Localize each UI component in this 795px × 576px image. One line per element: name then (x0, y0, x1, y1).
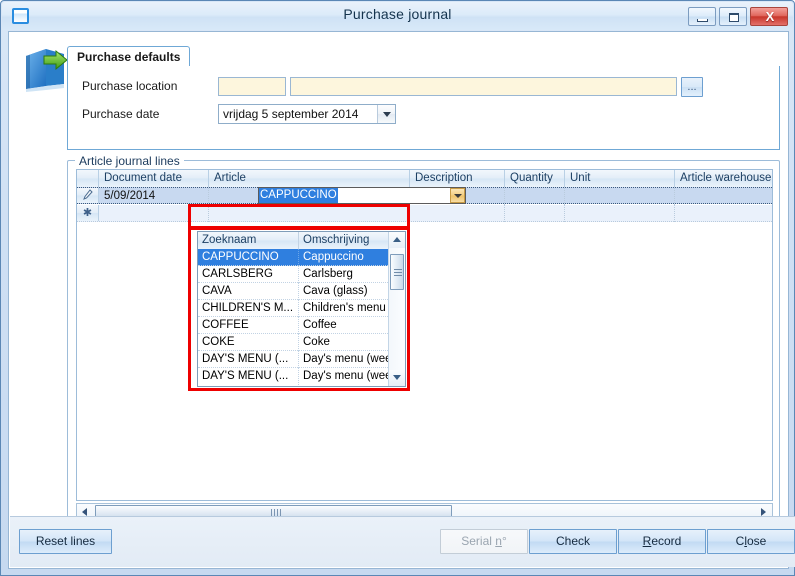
list-item-zoeknaam: CAVA (198, 283, 299, 300)
chevron-down-icon (454, 194, 462, 198)
list-item[interactable]: CAVA Cava (glass) (198, 283, 390, 300)
list-item-omschrijving: Day's menu (wee... (303, 370, 390, 382)
dropdown-header-omschrijving[interactable]: Omschrijving (299, 232, 390, 249)
purchase-location-browse-button[interactable]: ... (681, 77, 703, 97)
check-button[interactable]: Check (529, 529, 617, 554)
maximize-button[interactable] (719, 7, 747, 26)
record-button[interactable]: Record (618, 529, 706, 554)
new-row-asterisk-icon: ✱ (77, 205, 99, 221)
article-lines-grid: Document date Article Description Quanti… (76, 169, 773, 501)
list-item-zoeknaam: DAY'S MENU (... (198, 368, 299, 385)
list-item-zoeknaam: CHILDREN'S M... (198, 300, 299, 317)
list-item[interactable]: COFFEE Coffee (198, 317, 390, 334)
purchase-location-code-input[interactable] (218, 77, 286, 96)
cell-document-date[interactable]: 5/09/2014 (99, 188, 209, 205)
table-row[interactable]: ✱ (77, 205, 772, 222)
list-item-omschrijving: Children's menu (303, 302, 386, 314)
article-journal-lines-label: Article journal lines (75, 154, 184, 168)
maximize-icon (729, 13, 739, 22)
close-icon: X (765, 9, 775, 24)
purchase-journal-window: Purchase journal X Purchase defaults Pur… (0, 0, 795, 576)
article-lookup-dropdown[interactable]: Zoeknaam Omschrijving CAPPUCCINO Cappucc… (197, 231, 406, 387)
list-item-omschrijving: Cappuccino (303, 251, 364, 263)
triangle-left-icon (82, 508, 87, 516)
cell-document-date[interactable] (99, 205, 209, 222)
article-cell-editor-value: CAPPUCCINO (259, 188, 338, 203)
dropdown-vertical-scrollbar[interactable] (388, 232, 405, 386)
list-item-zoeknaam: DAY'S MENU (... (198, 351, 299, 368)
tab-page-purchase-defaults: Purchase location ... Purchase date vrij… (67, 66, 780, 150)
list-item[interactable]: COKE Coke (198, 334, 390, 351)
list-item-zoeknaam: CARLSBERG (198, 266, 299, 283)
list-item-omschrijving: Day's menu (week) (303, 353, 390, 365)
list-item[interactable]: CAPPUCCINO Cappuccino (198, 249, 390, 266)
list-item-omschrijving: Coke (303, 336, 330, 348)
tab-strip: Purchase defaults (67, 46, 780, 67)
close-window-button[interactable]: X (750, 7, 788, 26)
cell-unit[interactable] (565, 188, 675, 205)
grid-header-document-date[interactable]: Document date (99, 170, 209, 187)
close-label: Close (735, 534, 767, 548)
title-bar: Purchase journal X (2, 2, 793, 30)
list-item[interactable]: CARLSBERG Carlsberg (198, 266, 390, 283)
record-label: Record (642, 534, 682, 548)
cell-unit[interactable] (565, 205, 675, 222)
cell-description[interactable] (410, 205, 505, 222)
cell-article[interactable] (209, 205, 410, 222)
purchase-date-label: Purchase date (82, 107, 160, 121)
grid-header-row: Document date Article Description Quanti… (77, 170, 772, 188)
reset-lines-button[interactable]: Reset lines (19, 529, 112, 554)
form-client-area: Purchase defaults Purchase location ... … (8, 31, 795, 569)
cell-quantity[interactable] (505, 188, 565, 205)
serial-no-label: Serial n° (461, 534, 507, 548)
dropdown-header-row: Zoeknaam Omschrijving (198, 232, 405, 250)
list-item-omschrijving: Cava (glass) (303, 285, 368, 297)
purchase-book-icon (26, 49, 68, 92)
article-cell-dropdown-button[interactable] (450, 188, 465, 203)
cell-article-warehouse[interactable] (675, 205, 772, 222)
grid-header-rowselector (77, 170, 99, 187)
list-item[interactable]: DAY'S MENU (... Day's menu (wee... (198, 368, 390, 385)
purchase-date-value: vrijdag 5 september 2014 (223, 107, 359, 121)
purchase-location-name-input[interactable] (290, 77, 677, 96)
triangle-down-icon (393, 375, 401, 380)
dialog-button-bar: Reset lines Serial n° Check Record Close (10, 516, 795, 567)
grid-header-article-warehouse[interactable]: Article warehouse (675, 170, 772, 187)
list-item[interactable]: DAY'S MENU (... Day's menu (week) (198, 351, 390, 368)
triangle-up-icon (393, 237, 401, 242)
minimize-icon (697, 19, 708, 22)
list-item[interactable]: CHILDREN'S M... Children's menu (198, 300, 390, 317)
list-item-omschrijving: Coffee (303, 319, 337, 331)
dropdown-header-zoeknaam[interactable]: Zoeknaam (198, 232, 299, 249)
article-journal-lines-group: Document date Article Description Quanti… (67, 160, 780, 550)
scroll-down-button[interactable] (389, 370, 405, 386)
list-item-zoeknaam: CAPPUCCINO (198, 249, 299, 266)
window-title: Purchase journal (343, 6, 452, 22)
purchase-location-label: Purchase location (82, 79, 178, 93)
tab-control: Purchase defaults Purchase location ... … (67, 46, 780, 150)
scrollbar-thumb[interactable] (390, 254, 404, 290)
purchase-date-dropdown-button[interactable] (377, 105, 395, 123)
scroll-up-button[interactable] (389, 232, 405, 248)
article-cell-combo-editor[interactable]: CAPPUCCINO (258, 187, 466, 204)
close-button[interactable]: Close (707, 529, 795, 554)
grid-header-quantity[interactable]: Quantity (505, 170, 565, 187)
purchase-date-combo[interactable]: vrijdag 5 september 2014 (218, 104, 396, 124)
minimize-button[interactable] (688, 7, 716, 26)
grid-header-unit[interactable]: Unit (565, 170, 675, 187)
chevron-down-icon (382, 112, 391, 117)
grid-header-description[interactable]: Description (410, 170, 505, 187)
row-edit-pencil-icon (77, 188, 99, 203)
list-item-zoeknaam: COFFEE (198, 317, 299, 334)
triangle-right-icon (761, 508, 766, 516)
cell-article-warehouse[interactable] (675, 188, 772, 205)
cell-quantity[interactable] (505, 205, 565, 222)
tab-purchase-defaults[interactable]: Purchase defaults (67, 46, 191, 67)
list-item-zoeknaam: COKE (198, 334, 299, 351)
grid-header-article[interactable]: Article (209, 170, 410, 187)
list-item-omschrijving: Carlsberg (303, 268, 353, 280)
serial-no-button: Serial n° (440, 529, 528, 554)
